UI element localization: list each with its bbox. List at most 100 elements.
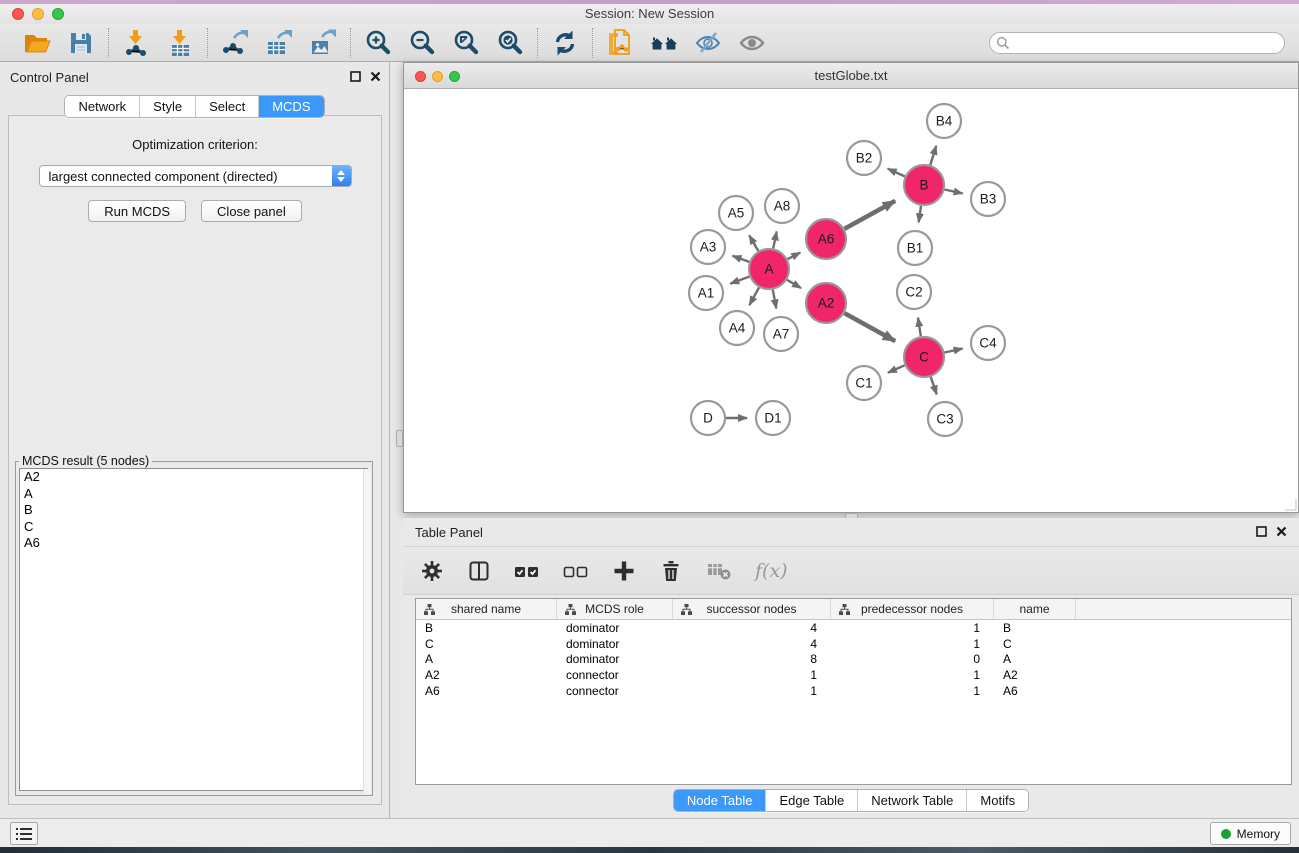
result-item-b[interactable]: B xyxy=(20,502,367,519)
hide-selected-icon[interactable] xyxy=(692,27,724,59)
edge-B-B1[interactable] xyxy=(919,206,921,223)
tab-select[interactable]: Select xyxy=(195,96,258,117)
cell-predecessor-nodes[interactable]: 1 xyxy=(831,684,994,698)
delete-row-icon[interactable] xyxy=(659,557,683,585)
column-header-predecessor-nodes[interactable]: predecessor nodes xyxy=(831,599,994,619)
column-header-successor-nodes[interactable]: successor nodes xyxy=(673,599,831,619)
tab-style[interactable]: Style xyxy=(139,96,195,117)
table-row[interactable]: Adominator80A xyxy=(416,652,1291,668)
float-panel-icon[interactable] xyxy=(350,71,361,82)
close-panel-icon[interactable] xyxy=(370,71,381,82)
cell-mcds-role[interactable]: dominator xyxy=(557,621,673,635)
zoom-fit-icon[interactable] xyxy=(450,27,482,59)
function-builder-icon[interactable]: f(x) xyxy=(755,557,788,585)
edge-A6-B[interactable] xyxy=(844,201,895,229)
node-A4[interactable]: A4 xyxy=(720,311,754,345)
network-canvas-svg[interactable]: B4B2BB3A5A8A6A3B1AA1C2A2A4A7C4CC1C3DD1 xyxy=(404,90,1298,512)
cell-shared-name[interactable]: C xyxy=(416,637,557,651)
tab-node-table[interactable]: Node Table xyxy=(674,790,766,811)
network-canvas[interactable]: B4B2BB3A5A8A6A3B1AA1C2A2A4A7C4CC1C3DD1 xyxy=(404,90,1298,512)
task-history-button[interactable] xyxy=(10,822,38,845)
cell-name[interactable]: A6 xyxy=(994,684,1076,698)
memory-button[interactable]: Memory xyxy=(1210,822,1291,845)
import-network-icon[interactable] xyxy=(120,27,152,59)
criterion-dropdown[interactable]: largest connected component (directed) xyxy=(39,165,352,187)
edge-A-A2[interactable] xyxy=(787,280,801,288)
cell-mcds-role[interactable]: connector xyxy=(557,668,673,682)
table-row[interactable]: A6connector11A6 xyxy=(416,683,1291,699)
tab-network[interactable]: Network xyxy=(65,96,139,117)
add-row-icon[interactable] xyxy=(612,557,636,585)
edge-B-B2[interactable] xyxy=(888,169,905,177)
result-scrollbar[interactable] xyxy=(363,469,371,794)
node-C2[interactable]: C2 xyxy=(897,275,931,309)
cell-shared-name[interactable]: A xyxy=(416,652,557,666)
run-mcds-button[interactable]: Run MCDS xyxy=(88,200,186,222)
node-A2[interactable]: A2 xyxy=(806,283,846,323)
cell-name[interactable]: C xyxy=(994,637,1076,651)
zoom-out-icon[interactable] xyxy=(406,27,438,59)
cell-successor-nodes[interactable]: 8 xyxy=(673,652,831,666)
node-A1[interactable]: A1 xyxy=(689,276,723,310)
result-item-c[interactable]: C xyxy=(20,519,367,536)
edge-A2-C[interactable] xyxy=(844,313,895,341)
edge-A-A6[interactable] xyxy=(788,253,801,260)
cell-predecessor-nodes[interactable]: 1 xyxy=(831,637,994,651)
cell-name[interactable]: B xyxy=(994,621,1076,635)
new-network-from-selection-icon[interactable] xyxy=(604,27,636,59)
node-A6[interactable]: A6 xyxy=(806,219,846,259)
cell-successor-nodes[interactable]: 4 xyxy=(673,637,831,651)
node-A8[interactable]: A8 xyxy=(765,189,799,223)
cell-mcds-role[interactable]: dominator xyxy=(557,637,673,651)
float-panel-icon[interactable] xyxy=(1256,526,1267,537)
node-D[interactable]: D xyxy=(691,401,725,435)
resize-grip-icon[interactable] xyxy=(1284,498,1297,511)
node-A7[interactable]: A7 xyxy=(764,317,798,351)
column-header-mcds-role[interactable]: MCDS role xyxy=(557,599,673,619)
cell-mcds-role[interactable]: dominator xyxy=(557,652,673,666)
close-panel-icon[interactable] xyxy=(1276,526,1287,537)
node-B1[interactable]: B1 xyxy=(898,231,932,265)
node-A5[interactable]: A5 xyxy=(719,196,753,230)
tab-mcds[interactable]: MCDS xyxy=(258,96,323,117)
vertical-splitter-handle[interactable] xyxy=(396,430,403,447)
tab-edge-table[interactable]: Edge Table xyxy=(765,790,857,811)
node-C3[interactable]: C3 xyxy=(928,402,962,436)
tab-motifs[interactable]: Motifs xyxy=(966,790,1028,811)
node-C1[interactable]: C1 xyxy=(847,366,881,400)
cell-successor-nodes[interactable]: 1 xyxy=(673,684,831,698)
save-session-icon[interactable] xyxy=(65,27,97,59)
select-all-icon[interactable] xyxy=(514,557,540,585)
table-row[interactable]: A2connector11A2 xyxy=(416,667,1291,683)
node-B4[interactable]: B4 xyxy=(927,104,961,138)
first-neighbors-icon[interactable] xyxy=(648,27,680,59)
edge-A-A1[interactable] xyxy=(730,277,749,284)
edge-A-A3[interactable] xyxy=(733,256,750,262)
node-B2[interactable]: B2 xyxy=(847,141,881,175)
toggle-columns-icon[interactable] xyxy=(467,557,491,585)
apply-layout-icon[interactable] xyxy=(549,27,581,59)
edge-C-C1[interactable] xyxy=(888,365,905,372)
tab-network-table[interactable]: Network Table xyxy=(857,790,966,811)
network-window-titlebar[interactable]: testGlobe.txt xyxy=(404,63,1298,89)
column-header-name[interactable]: name xyxy=(994,599,1076,619)
cell-name[interactable]: A xyxy=(994,652,1076,666)
cell-predecessor-nodes[interactable]: 0 xyxy=(831,652,994,666)
cell-successor-nodes[interactable]: 1 xyxy=(673,668,831,682)
settings-icon[interactable] xyxy=(420,557,444,585)
node-C[interactable]: C xyxy=(904,337,944,377)
node-D1[interactable]: D1 xyxy=(756,401,790,435)
node-B3[interactable]: B3 xyxy=(971,182,1005,216)
zoom-in-icon[interactable] xyxy=(362,27,394,59)
cell-shared-name[interactable]: A6 xyxy=(416,684,557,698)
export-table-icon[interactable] xyxy=(263,27,295,59)
edge-A-A8[interactable] xyxy=(773,232,777,249)
edge-C-C3[interactable] xyxy=(931,377,937,395)
node-B[interactable]: B xyxy=(904,165,944,205)
open-file-icon[interactable] xyxy=(21,27,53,59)
cell-shared-name[interactable]: A2 xyxy=(416,668,557,682)
table-row[interactable]: Bdominator41B xyxy=(416,620,1291,636)
result-item-a6[interactable]: A6 xyxy=(20,535,367,552)
import-table-icon[interactable] xyxy=(164,27,196,59)
node-A[interactable]: A xyxy=(749,249,789,289)
